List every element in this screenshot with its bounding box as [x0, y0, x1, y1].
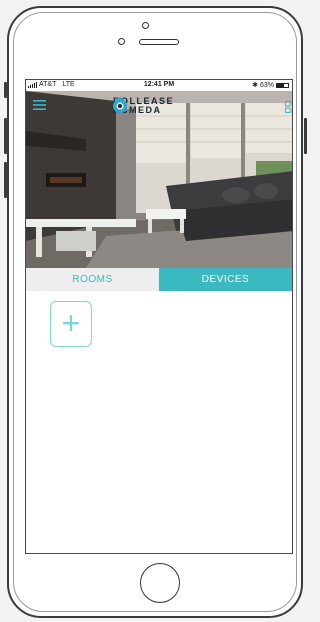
- tab-rooms[interactable]: ROOMS: [26, 268, 159, 291]
- front-camera: [142, 22, 149, 29]
- living-room-photo: [26, 91, 292, 268]
- battery-icon: [276, 82, 289, 88]
- battery-percent: 63%: [259, 81, 274, 89]
- brand-logo: ROLLEASE ACMEDA: [113, 97, 174, 115]
- bluetooth-icon: ✱: [252, 82, 258, 89]
- rollease-logo-icon: [113, 97, 127, 113]
- volume-up-button: [4, 118, 7, 154]
- mute-switch: [4, 82, 7, 98]
- status-right: ✱ 63%: [252, 81, 289, 89]
- volume-down-button: [4, 162, 7, 198]
- tab-devices[interactable]: DEVICES: [159, 268, 292, 291]
- earpiece-speaker: [139, 39, 179, 45]
- tab-bar: ROOMS DEVICES: [26, 268, 292, 291]
- proximity-sensor: [118, 38, 125, 45]
- add-device-button[interactable]: +: [50, 301, 92, 347]
- app-screen: AT&T LTE 12:41 PM ✱ 63% ROLLEASE ACMEDA …: [25, 79, 293, 554]
- power-button: [304, 118, 307, 154]
- status-bar: AT&T LTE 12:41 PM ✱ 63%: [26, 80, 292, 91]
- home-button[interactable]: [140, 563, 180, 603]
- room-hero-image: ROLLEASE ACMEDA: [26, 91, 292, 268]
- plus-icon: +: [61, 305, 81, 341]
